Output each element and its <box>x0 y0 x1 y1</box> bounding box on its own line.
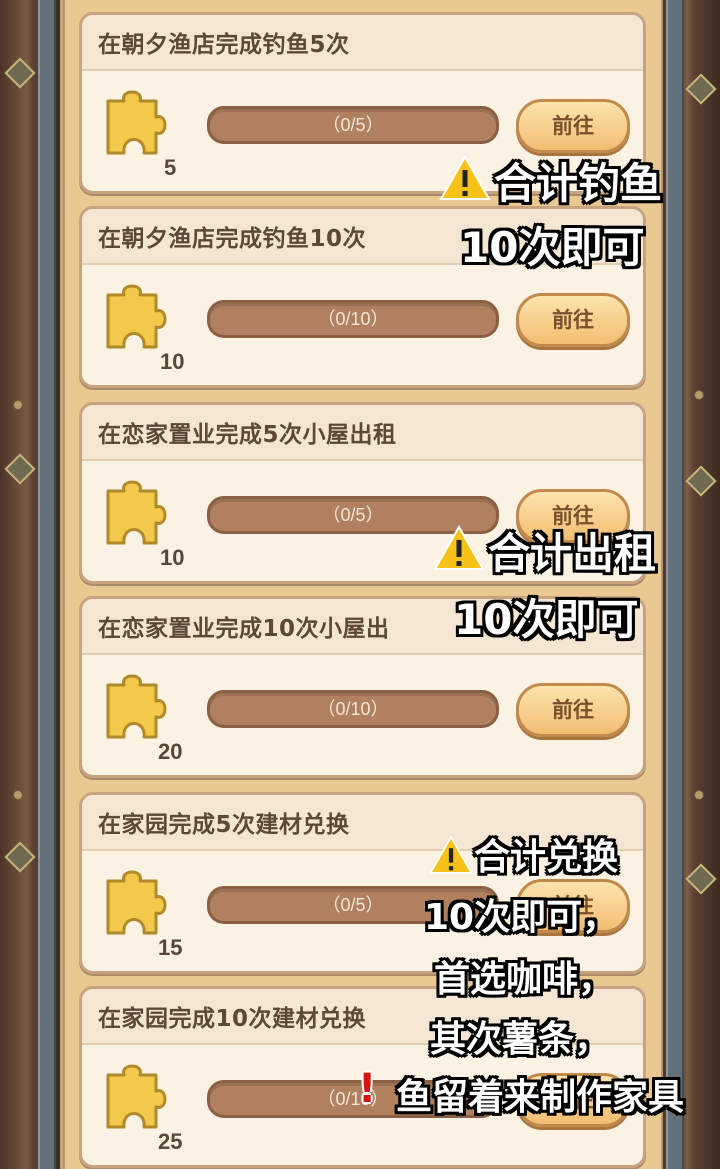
frame-stud <box>13 790 23 800</box>
progress-bar: （0/10） <box>207 300 499 338</box>
puzzle-piece-icon <box>106 870 167 935</box>
note-exchange-line3: 首选咖啡， <box>434 959 615 1000</box>
reward-count: 10 <box>160 545 185 570</box>
left-rail <box>38 0 56 1169</box>
right-rail <box>666 0 684 1169</box>
go-button[interactable]: 前往 <box>516 683 630 737</box>
task-card: 在家园完成5次建材兑换 15 （0/5） 前往 <box>79 792 646 974</box>
progress-text: （0/10） <box>317 699 389 719</box>
left-frame <box>0 0 63 1169</box>
frame-stud <box>694 390 704 400</box>
reward-count: 25 <box>158 1129 183 1154</box>
progress-bar: （0/10） <box>207 690 499 728</box>
warning-icon <box>433 524 485 570</box>
progress-bar: （0/5） <box>207 106 499 144</box>
note-rent-line1: 合计出租 <box>488 529 657 578</box>
frame-stud <box>13 400 23 410</box>
reward-count: 10 <box>160 349 185 374</box>
go-button[interactable]: 前往 <box>516 99 630 153</box>
note-fishing-line2: 10次即可 <box>460 223 645 272</box>
note-fishing-line1: 合计钓鱼 <box>494 159 663 208</box>
exclamation-icon: ! <box>358 1066 377 1112</box>
note-exchange-line5: 鱼留着来制作家具 <box>396 1077 685 1118</box>
note-exchange-line1: 合计兑换 <box>474 837 619 878</box>
puzzle-piece-icon <box>106 480 167 545</box>
reward-count: 20 <box>158 739 183 764</box>
task-title: 在朝夕渔店完成钓鱼5次 <box>82 15 643 71</box>
progress-text: （0/10） <box>317 309 389 329</box>
reward-count: 5 <box>164 155 177 180</box>
note-exchange-line2: 10次即可， <box>424 897 619 938</box>
note-exchange-line4: 其次薯条， <box>430 1019 611 1060</box>
progress-text: （0/5） <box>322 115 384 135</box>
warning-icon <box>439 154 491 200</box>
reward-count: 15 <box>158 935 183 960</box>
puzzle-piece-icon <box>106 284 167 349</box>
warning-icon <box>429 835 473 874</box>
puzzle-piece-icon <box>106 90 167 155</box>
task-title: 在恋家置业完成5次小屋出租 <box>82 405 643 461</box>
frame-stud <box>694 790 704 800</box>
note-rent-line2: 10次即可 <box>454 595 639 644</box>
right-frame <box>659 0 720 1169</box>
go-button[interactable]: 前往 <box>516 293 630 347</box>
puzzle-piece-icon <box>106 1064 167 1129</box>
puzzle-piece-icon <box>106 674 167 739</box>
